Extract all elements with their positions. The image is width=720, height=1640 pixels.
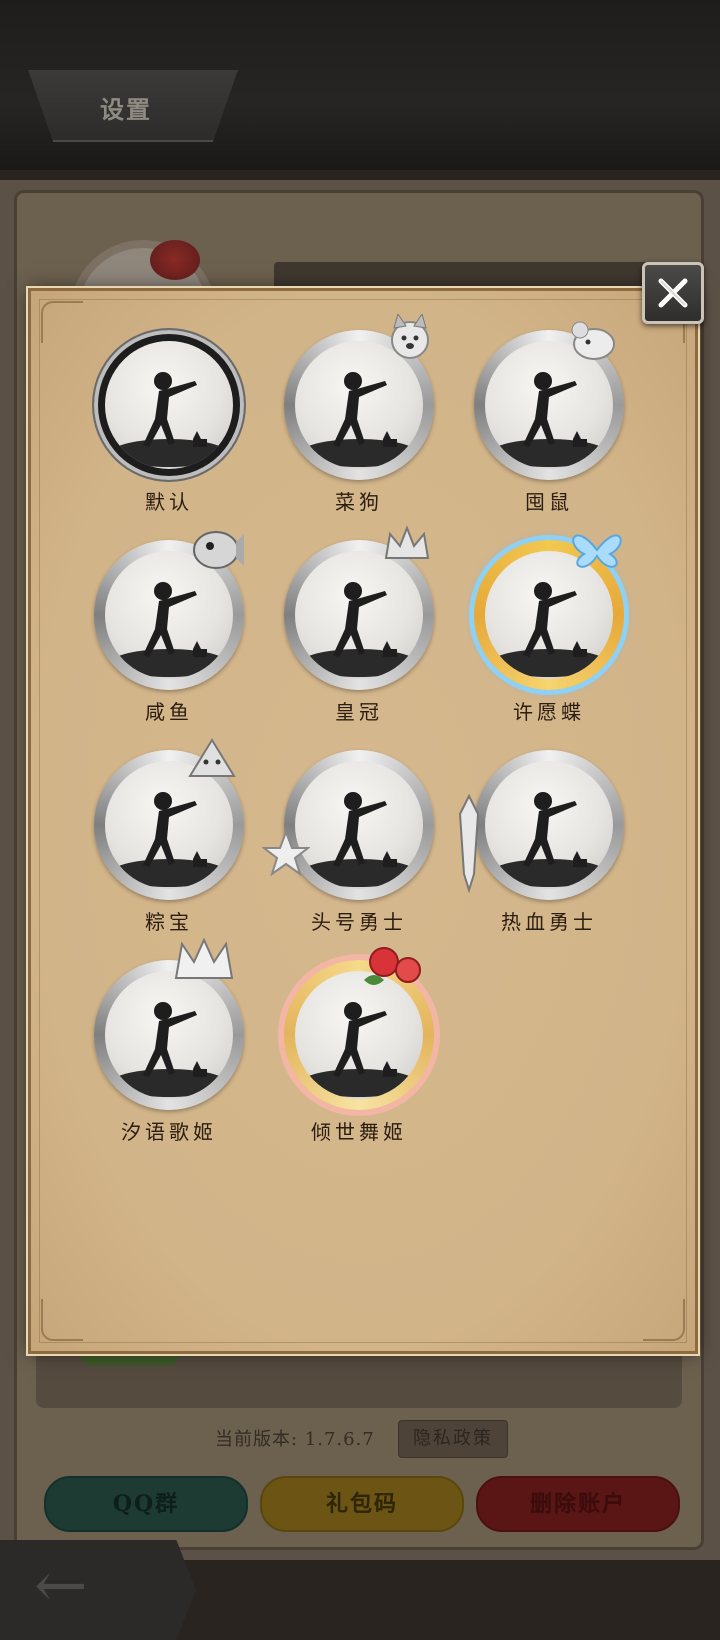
- frame-label: 默认: [145, 490, 193, 514]
- delete-account-button[interactable]: 删除账户: [476, 1476, 680, 1532]
- roses-decoration-icon: [364, 947, 421, 985]
- silhouette-icon: [301, 582, 417, 677]
- frame-label: 许愿蝶: [513, 700, 585, 724]
- corner-ornament: [41, 1299, 83, 1341]
- sword-decoration-icon: [458, 794, 480, 894]
- frame-item-roses[interactable]: 倾世舞姬: [264, 944, 454, 1144]
- frame-label: 倾世舞姬: [311, 1120, 407, 1144]
- fish-decoration-icon: [193, 531, 244, 569]
- silhouette-icon: [301, 792, 417, 887]
- frame-label: 皇冠: [335, 700, 383, 724]
- silhouette-icon: [491, 792, 607, 887]
- frame-item-mouse[interactable]: 囤鼠: [454, 314, 644, 514]
- close-button[interactable]: [642, 262, 704, 324]
- crown-decoration-icon: [384, 525, 430, 559]
- close-x-icon: [658, 278, 688, 308]
- frame-portrait: [485, 761, 613, 889]
- frame-item-dog[interactable]: 菜狗: [264, 314, 454, 514]
- corner-ornament: [643, 1299, 685, 1341]
- frame-item-crown[interactable]: 皇冠: [264, 524, 454, 724]
- version-text: 当前版本: 1.7.6.7: [215, 1429, 375, 1450]
- frame-portrait: [295, 551, 423, 679]
- star-decoration-icon: [262, 830, 310, 877]
- page-title: 设置: [100, 95, 152, 124]
- frame-label: 汐语歌姬: [121, 1120, 217, 1144]
- silhouette-icon: [301, 372, 417, 467]
- frame-portrait: [295, 341, 423, 469]
- silhouette-icon: [111, 1002, 227, 1097]
- qq-group-button[interactable]: QQ群: [44, 1476, 248, 1532]
- back-button[interactable]: [0, 1540, 196, 1640]
- frame-portrait: [105, 971, 233, 1099]
- dog-decoration-icon: [391, 314, 429, 359]
- rose-decoration: [150, 240, 200, 280]
- gift-code-button[interactable]: 礼包码: [260, 1476, 464, 1532]
- frame-portrait: [295, 761, 423, 889]
- frame-label: 囤鼠: [525, 490, 573, 514]
- frame-label: 粽宝: [145, 910, 193, 934]
- frame-item-none[interactable]: 默认: [74, 314, 264, 514]
- privacy-policy-button[interactable]: 隐私政策: [398, 1420, 508, 1458]
- frame-item-zongzi[interactable]: 粽宝: [74, 734, 264, 934]
- frame-item-stars[interactable]: 头号勇士: [262, 734, 454, 934]
- butterfly-decoration-icon: [572, 534, 622, 568]
- spiky-crown-decoration-icon: [174, 938, 234, 979]
- back-arrow-icon: ←: [34, 1549, 88, 1623]
- frame-label: 头号勇士: [311, 910, 407, 934]
- frame-item-butterfly[interactable]: 许愿蝶: [454, 524, 644, 724]
- frame-label: 菜狗: [335, 490, 383, 514]
- frame-item-crown-spiky[interactable]: 汐语歌姬: [74, 938, 264, 1144]
- frame-item-fish[interactable]: 咸鱼: [74, 524, 264, 724]
- frame-item-sword[interactable]: 热血勇士: [454, 734, 644, 934]
- frame-portrait: [105, 341, 233, 469]
- frame-label: 热血勇士: [501, 910, 597, 934]
- frame-ring: [474, 750, 624, 900]
- silhouette-icon: [111, 372, 227, 467]
- zongzi-decoration-icon: [188, 738, 236, 777]
- frame-label: 咸鱼: [145, 700, 193, 724]
- mouse-decoration-icon: [571, 321, 615, 360]
- frame-ring: [94, 330, 244, 480]
